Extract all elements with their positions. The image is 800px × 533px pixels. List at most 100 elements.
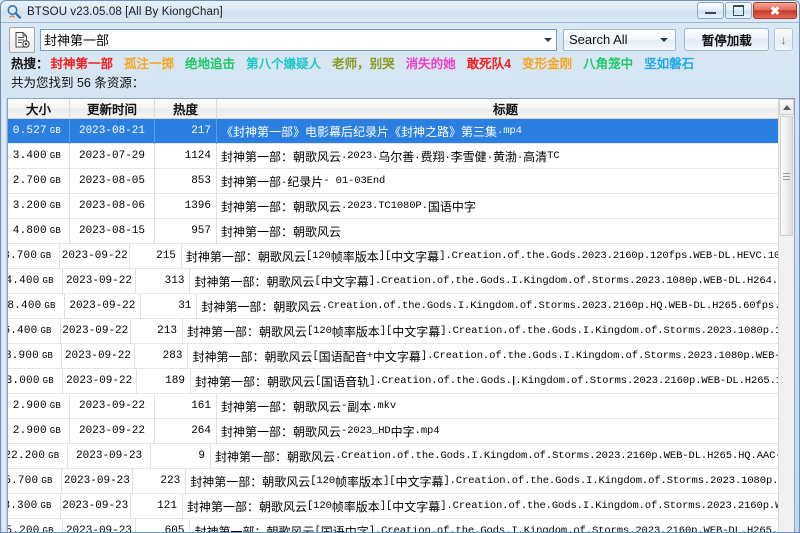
cell-hot: 121	[131, 493, 183, 519]
cell-size-unit: GB	[49, 401, 61, 411]
table-row[interactable]: 13.300GB2023-09-23121封神第一部：朝歌风云[120帧率版本]…	[8, 493, 794, 519]
scroll-up-button[interactable]	[779, 99, 794, 115]
hot-search-item[interactable]: 第八个嫌疑人	[246, 57, 321, 71]
cell-size-unit: GB	[48, 451, 60, 461]
column-header-title[interactable]: 标题	[217, 99, 794, 118]
scrollbar-thumb[interactable]	[780, 116, 793, 236]
minimize-button[interactable]	[697, 2, 724, 19]
hot-search-item[interactable]: 孤注一掷	[124, 57, 174, 71]
maximize-icon	[733, 5, 744, 16]
cell-size-value: 0.527	[12, 125, 47, 137]
search-scope-select[interactable]: Search All	[563, 28, 677, 51]
cell-date: 2023-08-15	[70, 218, 155, 244]
table-row[interactable]: 4.400 GB 2023-09-22 313 封神第一部：朝歌风云[中文字幕].Cre…	[8, 268, 794, 294]
cell-size-value: 22.200	[8, 450, 46, 462]
table-row[interactable]: 3.900 GB 2023-09-22 283 封神第一部：朝歌风云[国语配音 + 中文字幕…	[8, 343, 794, 369]
hot-search-item[interactable]: 绝地追击	[185, 57, 235, 71]
vertical-scrollbar[interactable]	[778, 99, 794, 532]
search-history-chevron-down-icon[interactable]	[539, 30, 556, 50]
cell-date: 2023-09-23	[63, 518, 137, 532]
cell-size-value: 13.700	[8, 250, 38, 262]
search-scope-value: Search All	[569, 32, 628, 47]
magnifier-icon	[6, 4, 22, 20]
hot-search-item[interactable]: 封神第一部	[51, 57, 114, 71]
table-row[interactable]: 5.700GB2023-09-23223封神第一部：朝歌风云[120帧率版本][…	[8, 468, 794, 494]
table-row[interactable]: 15.200GB2023-09-23605封神第一部：朝歌风云[国语中字].Cr…	[8, 518, 794, 533]
window-controls: ✖	[697, 2, 797, 19]
cell-title: 封神第一部：朝歌风云	[221, 224, 342, 239]
table-row[interactable]: 2.900 GB 2023-09-22 264 封神第一部：朝歌风云 -2023_HD 中字…	[8, 418, 794, 444]
hot-search-item[interactable]: 敢死队4	[467, 57, 511, 71]
cell-size-value: 2.700	[12, 175, 47, 187]
cell-size-value: 3.900	[8, 350, 39, 362]
cell-size-unit: GB	[49, 426, 61, 436]
cell-hot: 1124	[155, 143, 217, 169]
maximize-button[interactable]	[725, 2, 752, 19]
table-row[interactable]: 2.900 GB 2023-09-22 161 封神第一部：朝歌风云 - 副本 .mkv	[8, 393, 794, 419]
cell-size-unit: GB	[40, 251, 52, 261]
cell-date: 2023-08-21	[70, 119, 155, 144]
table-row[interactable]: 4.800 GB 2023-08-15 957 封神第一部：朝歌风云	[8, 218, 794, 244]
cell-size: 4.400 GB	[8, 268, 63, 294]
column-header-hot[interactable]: 热度	[155, 99, 217, 118]
table-row[interactable]: 3.200 GB 2023-08-06 1396 封神第一部：朝歌风云 .2023.TC1…	[8, 193, 794, 219]
hot-search-item[interactable]: 老师，别哭	[332, 57, 395, 71]
scroll-thumb-grip-icon	[783, 172, 790, 180]
cell-date: 2023-07-29	[70, 143, 155, 169]
cell-size-unit: GB	[41, 351, 54, 361]
cell-date: 2023-08-06	[70, 193, 155, 219]
cell-hot: 313	[136, 268, 191, 294]
hot-search-item[interactable]: 变形金刚	[522, 57, 572, 71]
cell-size: 3.400 GB	[8, 143, 70, 169]
cell-size: 13.300GB	[8, 493, 61, 519]
cell-size-value: 15.200	[8, 525, 40, 533]
cell-date: 2023-09-22	[60, 243, 131, 269]
cell-size: 2.900 GB	[8, 418, 70, 444]
document-settings-icon[interactable]	[9, 26, 35, 53]
table-row[interactable]: 6.400GB2023-09-22213封神第一部：朝歌风云[120帧率版本][…	[8, 318, 794, 344]
table-row[interactable]: 28.400GB2023-09-2231封神第一部：朝歌风云.Creation.…	[8, 293, 794, 319]
pause-loading-button[interactable]: 暂停加载	[684, 28, 770, 51]
search-input[interactable]	[41, 30, 539, 49]
cell-date: 2023-09-22	[70, 393, 155, 419]
cell-size: 4.800 GB	[8, 218, 70, 244]
scroll-up-icon	[782, 104, 791, 110]
cell-title: 封神第一部：朝歌风云 .Creation.of.the.Gods.I.Kingdo…	[201, 299, 794, 314]
table-row[interactable]: 22.200 GB 2023-09-23 9 封神第一部：朝歌风云 .Creation.o…	[8, 443, 794, 469]
table-row[interactable]: 13.700GB2023-09-22215封神第一部：朝歌风云[120帧率版本]…	[8, 243, 794, 269]
result-count-text: 共为您找到 56 条资源：	[11, 75, 145, 90]
table-row[interactable]: 2.700 GB 2023-08-05 853 封神第一部. 纪录片 - 01-03End	[8, 168, 794, 194]
table-row[interactable]: 23.000GB2023-09-22189封神第一部：朝歌风云[国语音轨].Cr…	[8, 368, 794, 394]
cell-size: 3.200 GB	[8, 193, 70, 219]
table-row[interactable]: 3.400 GB 2023-07-29 1124 封神第一部：朝歌风云 .2023. 乌尔善…	[8, 143, 794, 169]
column-header-date[interactable]: 更新时间	[70, 99, 155, 118]
cell-size: 13.700GB	[8, 243, 61, 269]
cell-title: 封神第一部：朝歌风云[中文字幕].Creation.of.the.Gods.I.…	[194, 274, 794, 289]
hot-search-item[interactable]: 八角笼中	[583, 57, 633, 71]
search-combobox[interactable]	[40, 28, 557, 51]
cell-size-unit: GB	[49, 126, 61, 136]
hot-search-item[interactable]: 坚如磐石	[644, 57, 694, 71]
download-arrow-icon[interactable]: ↓	[774, 28, 793, 51]
column-header-size[interactable]: 大小	[8, 99, 70, 118]
cell-size-value: 28.400	[8, 300, 42, 312]
cell-size-value: 4.800	[12, 225, 47, 237]
table-header-row: 大小 更新时间 热度 标题	[8, 99, 794, 119]
cell-size-unit: GB	[49, 226, 61, 236]
cell-title: 封神第一部：朝歌风云 .2023.TC1080P. 国语中字	[221, 199, 476, 214]
table-body: 0.527 GB 2023-08-21 217 《封神第一部》电影幕后纪录片《封神之路》…	[8, 119, 794, 533]
cell-hot: 9	[151, 443, 212, 469]
close-button[interactable]: ✖	[753, 2, 797, 19]
cell-date: 2023-09-23	[61, 493, 131, 519]
cell-size-value: 2.900	[12, 400, 47, 412]
hot-search-item[interactable]: 消失的她	[406, 57, 456, 71]
cell-size-value: 3.400	[12, 150, 47, 162]
cell-size: 23.000GB	[8, 368, 63, 394]
table-row[interactable]: 0.527 GB 2023-08-21 217 《封神第一部》电影幕后纪录片《封神之路》…	[8, 119, 794, 144]
cell-size-unit: GB	[42, 276, 54, 286]
cell-date: 2023-09-23	[68, 443, 151, 469]
cell-size-value: 13.300	[8, 500, 38, 512]
cell-size-value: 5.700	[8, 475, 39, 487]
scope-chevron-down-icon[interactable]	[655, 30, 672, 50]
title-bar: BTSOU v23.05.08 [All By KiongChan] ✖	[1, 1, 799, 23]
